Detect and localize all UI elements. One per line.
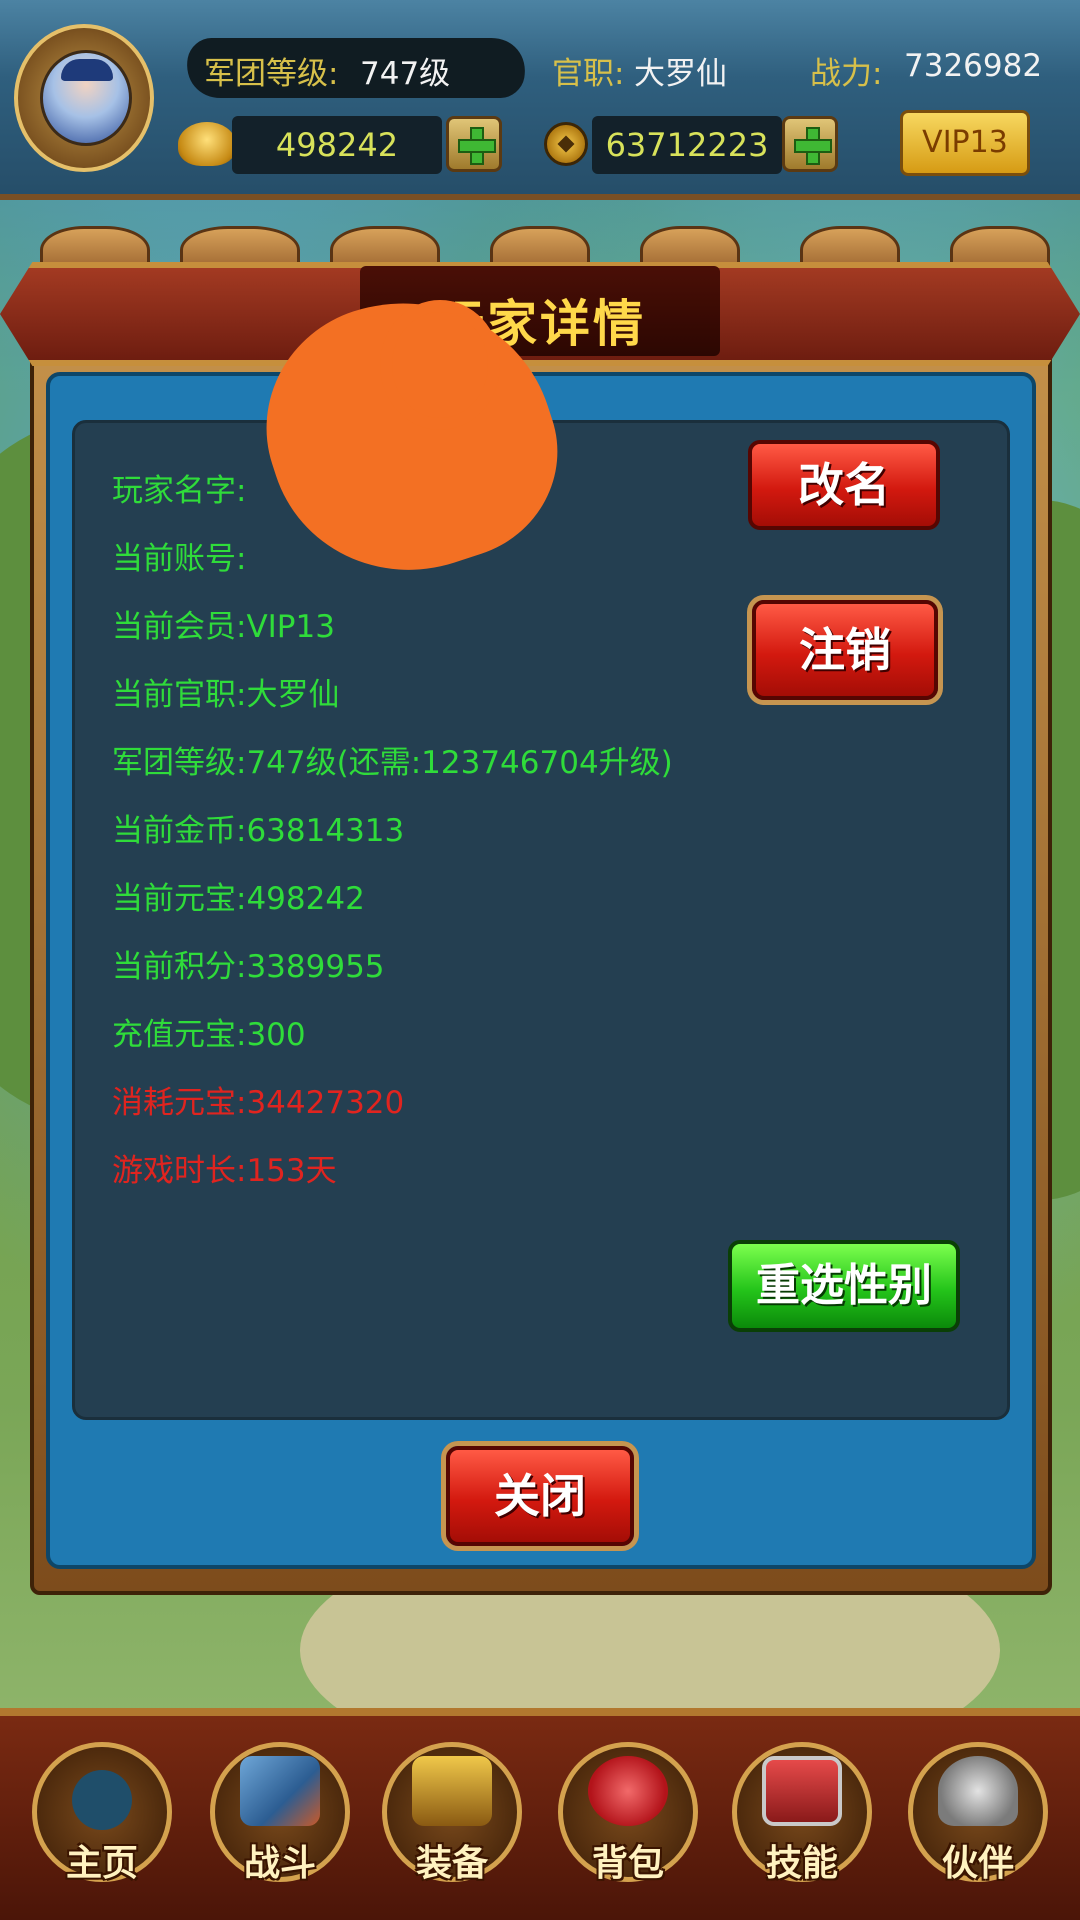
add-gold-button[interactable] [782, 116, 838, 172]
power-value: 7326982 [904, 48, 1043, 84]
home-badge-icon [72, 1770, 132, 1830]
power-label: 战力: [810, 56, 883, 92]
nav-home[interactable]: 主页 [28, 1736, 176, 1896]
nav-partners[interactable]: 伙伴 [904, 1736, 1052, 1896]
reselect-gender-button[interactable]: 重选性别 [728, 1240, 960, 1332]
nav-label: 装备 [415, 1843, 488, 1884]
redaction-scribble-loop [380, 300, 500, 430]
helmet-icon [938, 1756, 1018, 1826]
gold-count: 63712223 [592, 116, 782, 174]
player-avatar-frame[interactable] [14, 24, 154, 172]
nav-label: 技能 [765, 1843, 838, 1884]
close-button[interactable]: 关闭 [446, 1446, 634, 1546]
armor-icon [412, 1756, 492, 1826]
nav-label: 主页 [65, 1843, 138, 1884]
skill-book-icon [762, 1756, 842, 1826]
player-name-line: 玩家名字: [112, 473, 247, 509]
crossed-swords-icon [240, 1756, 320, 1826]
vip-button[interactable]: VIP13 [900, 110, 1030, 176]
nav-bag[interactable]: 背包 [554, 1736, 702, 1896]
rank-value: 大罗仙 [634, 56, 727, 92]
legion-level-value: 747级 [360, 56, 451, 92]
account-line: 当前账号: [112, 541, 247, 577]
rename-button[interactable]: 改名 [748, 440, 940, 530]
rank-label: 官职: [552, 56, 625, 92]
nav-label: 背包 [591, 1843, 664, 1884]
legion-level-label: 军团等级: [204, 56, 339, 92]
ingot-line: 当前元宝:498242 [112, 881, 365, 917]
points-line: 当前积分:3389955 [112, 949, 385, 985]
avatar [40, 50, 132, 146]
play-time-line: 游戏时长:153天 [112, 1153, 337, 1189]
vip-line: 当前会员:VIP13 [112, 609, 335, 645]
add-ingot-button[interactable] [446, 116, 502, 172]
consumed-ingot-line: 消耗元宝:34427320 [112, 1085, 405, 1121]
nav-label: 伙伴 [941, 1843, 1014, 1884]
recharge-line: 充值元宝:300 [112, 1017, 306, 1053]
nav-label: 战斗 [243, 1843, 316, 1884]
ingot-icon [178, 122, 236, 166]
pouch-icon [588, 1756, 668, 1826]
gold-line: 当前金币:63814313 [112, 813, 405, 849]
ingot-count: 498242 [232, 116, 442, 174]
nav-battle[interactable]: 战斗 [206, 1736, 354, 1896]
nav-skills[interactable]: 技能 [728, 1736, 876, 1896]
gold-coin-icon [544, 122, 588, 166]
rank-line: 当前官职:大罗仙 [112, 677, 340, 713]
legion-level-line: 军团等级:747级(还需:123746704升级) [112, 745, 673, 781]
logout-button[interactable]: 注销 [752, 600, 938, 700]
nav-equipment[interactable]: 装备 [378, 1736, 526, 1896]
